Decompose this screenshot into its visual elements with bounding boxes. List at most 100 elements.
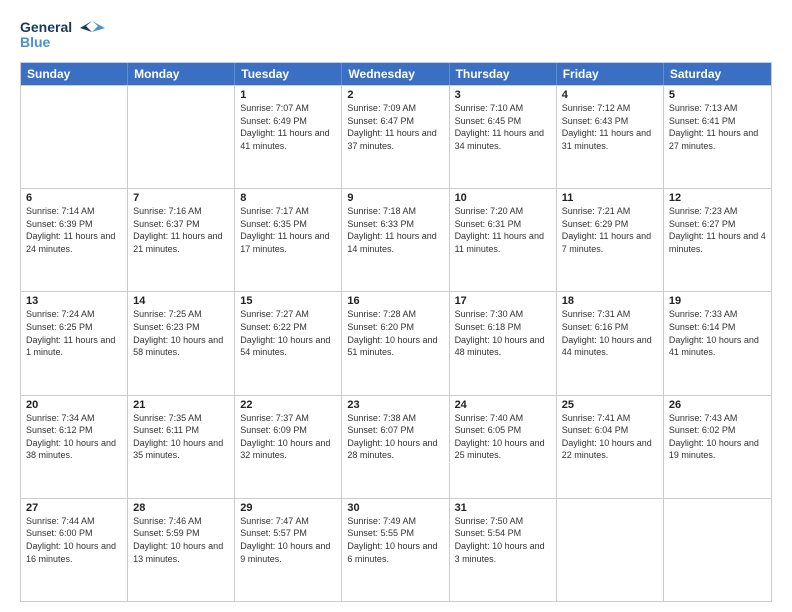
day-number: 26	[669, 399, 766, 411]
day-number: 30	[347, 502, 443, 514]
day-info: Sunrise: 7:13 AM Sunset: 6:41 PM Dayligh…	[669, 102, 766, 152]
cal-cell-10: 10Sunrise: 7:20 AM Sunset: 6:31 PM Dayli…	[450, 189, 557, 291]
day-number: 2	[347, 89, 443, 101]
day-info: Sunrise: 7:31 AM Sunset: 6:16 PM Dayligh…	[562, 308, 658, 358]
weekday-header-tuesday: Tuesday	[235, 63, 342, 85]
cal-cell-1: 1Sunrise: 7:07 AM Sunset: 6:49 PM Daylig…	[235, 86, 342, 188]
day-info: Sunrise: 7:50 AM Sunset: 5:54 PM Dayligh…	[455, 515, 551, 565]
calendar-row-4: 20Sunrise: 7:34 AM Sunset: 6:12 PM Dayli…	[21, 395, 771, 498]
weekday-header-monday: Monday	[128, 63, 235, 85]
day-info: Sunrise: 7:23 AM Sunset: 6:27 PM Dayligh…	[669, 205, 766, 255]
cal-cell-empty-4-5	[557, 499, 664, 601]
cal-cell-22: 22Sunrise: 7:37 AM Sunset: 6:09 PM Dayli…	[235, 396, 342, 498]
cal-cell-30: 30Sunrise: 7:49 AM Sunset: 5:55 PM Dayli…	[342, 499, 449, 601]
day-number: 25	[562, 399, 658, 411]
day-info: Sunrise: 7:35 AM Sunset: 6:11 PM Dayligh…	[133, 412, 229, 462]
day-info: Sunrise: 7:41 AM Sunset: 6:04 PM Dayligh…	[562, 412, 658, 462]
calendar-row-5: 27Sunrise: 7:44 AM Sunset: 6:00 PM Dayli…	[21, 498, 771, 601]
header: General Blue	[20, 16, 772, 54]
cal-cell-15: 15Sunrise: 7:27 AM Sunset: 6:22 PM Dayli…	[235, 292, 342, 394]
weekday-header-saturday: Saturday	[664, 63, 771, 85]
cal-cell-empty-0-0	[21, 86, 128, 188]
day-info: Sunrise: 7:38 AM Sunset: 6:07 PM Dayligh…	[347, 412, 443, 462]
day-info: Sunrise: 7:46 AM Sunset: 5:59 PM Dayligh…	[133, 515, 229, 565]
day-number: 9	[347, 192, 443, 204]
calendar-row-1: 1Sunrise: 7:07 AM Sunset: 6:49 PM Daylig…	[21, 85, 771, 188]
cal-cell-6: 6Sunrise: 7:14 AM Sunset: 6:39 PM Daylig…	[21, 189, 128, 291]
cal-cell-11: 11Sunrise: 7:21 AM Sunset: 6:29 PM Dayli…	[557, 189, 664, 291]
day-number: 20	[26, 399, 122, 411]
cal-cell-3: 3Sunrise: 7:10 AM Sunset: 6:45 PM Daylig…	[450, 86, 557, 188]
day-info: Sunrise: 7:34 AM Sunset: 6:12 PM Dayligh…	[26, 412, 122, 462]
cal-cell-8: 8Sunrise: 7:17 AM Sunset: 6:35 PM Daylig…	[235, 189, 342, 291]
day-number: 1	[240, 89, 336, 101]
cal-cell-18: 18Sunrise: 7:31 AM Sunset: 6:16 PM Dayli…	[557, 292, 664, 394]
weekday-header-thursday: Thursday	[450, 63, 557, 85]
day-number: 13	[26, 295, 122, 307]
cal-cell-17: 17Sunrise: 7:30 AM Sunset: 6:18 PM Dayli…	[450, 292, 557, 394]
cal-cell-25: 25Sunrise: 7:41 AM Sunset: 6:04 PM Dayli…	[557, 396, 664, 498]
day-number: 22	[240, 399, 336, 411]
day-number: 21	[133, 399, 229, 411]
day-number: 16	[347, 295, 443, 307]
day-info: Sunrise: 7:16 AM Sunset: 6:37 PM Dayligh…	[133, 205, 229, 255]
day-info: Sunrise: 7:49 AM Sunset: 5:55 PM Dayligh…	[347, 515, 443, 565]
cal-cell-31: 31Sunrise: 7:50 AM Sunset: 5:54 PM Dayli…	[450, 499, 557, 601]
day-info: Sunrise: 7:20 AM Sunset: 6:31 PM Dayligh…	[455, 205, 551, 255]
calendar-row-3: 13Sunrise: 7:24 AM Sunset: 6:25 PM Dayli…	[21, 291, 771, 394]
day-info: Sunrise: 7:37 AM Sunset: 6:09 PM Dayligh…	[240, 412, 336, 462]
cal-cell-19: 19Sunrise: 7:33 AM Sunset: 6:14 PM Dayli…	[664, 292, 771, 394]
day-number: 3	[455, 89, 551, 101]
day-info: Sunrise: 7:21 AM Sunset: 6:29 PM Dayligh…	[562, 205, 658, 255]
calendar: SundayMondayTuesdayWednesdayThursdayFrid…	[20, 62, 772, 602]
day-info: Sunrise: 7:09 AM Sunset: 6:47 PM Dayligh…	[347, 102, 443, 152]
day-number: 14	[133, 295, 229, 307]
cal-cell-7: 7Sunrise: 7:16 AM Sunset: 6:37 PM Daylig…	[128, 189, 235, 291]
cal-cell-16: 16Sunrise: 7:28 AM Sunset: 6:20 PM Dayli…	[342, 292, 449, 394]
page: General Blue SundayMondayTuesdayWednesda…	[0, 0, 792, 612]
calendar-header: SundayMondayTuesdayWednesdayThursdayFrid…	[21, 63, 771, 85]
day-info: Sunrise: 7:40 AM Sunset: 6:05 PM Dayligh…	[455, 412, 551, 462]
cal-cell-29: 29Sunrise: 7:47 AM Sunset: 5:57 PM Dayli…	[235, 499, 342, 601]
day-number: 23	[347, 399, 443, 411]
cal-cell-empty-4-6	[664, 499, 771, 601]
day-number: 17	[455, 295, 551, 307]
cal-cell-28: 28Sunrise: 7:46 AM Sunset: 5:59 PM Dayli…	[128, 499, 235, 601]
day-info: Sunrise: 7:17 AM Sunset: 6:35 PM Dayligh…	[240, 205, 336, 255]
cal-cell-9: 9Sunrise: 7:18 AM Sunset: 6:33 PM Daylig…	[342, 189, 449, 291]
day-info: Sunrise: 7:27 AM Sunset: 6:22 PM Dayligh…	[240, 308, 336, 358]
cal-cell-5: 5Sunrise: 7:13 AM Sunset: 6:41 PM Daylig…	[664, 86, 771, 188]
day-number: 29	[240, 502, 336, 514]
day-number: 6	[26, 192, 122, 204]
weekday-header-friday: Friday	[557, 63, 664, 85]
logo: General Blue	[20, 16, 110, 54]
day-number: 5	[669, 89, 766, 101]
day-number: 19	[669, 295, 766, 307]
day-info: Sunrise: 7:12 AM Sunset: 6:43 PM Dayligh…	[562, 102, 658, 152]
cal-cell-14: 14Sunrise: 7:25 AM Sunset: 6:23 PM Dayli…	[128, 292, 235, 394]
day-info: Sunrise: 7:10 AM Sunset: 6:45 PM Dayligh…	[455, 102, 551, 152]
cal-cell-21: 21Sunrise: 7:35 AM Sunset: 6:11 PM Dayli…	[128, 396, 235, 498]
cal-cell-26: 26Sunrise: 7:43 AM Sunset: 6:02 PM Dayli…	[664, 396, 771, 498]
day-info: Sunrise: 7:18 AM Sunset: 6:33 PM Dayligh…	[347, 205, 443, 255]
cal-cell-27: 27Sunrise: 7:44 AM Sunset: 6:00 PM Dayli…	[21, 499, 128, 601]
weekday-header-sunday: Sunday	[21, 63, 128, 85]
day-info: Sunrise: 7:43 AM Sunset: 6:02 PM Dayligh…	[669, 412, 766, 462]
day-number: 12	[669, 192, 766, 204]
day-number: 24	[455, 399, 551, 411]
cal-cell-2: 2Sunrise: 7:09 AM Sunset: 6:47 PM Daylig…	[342, 86, 449, 188]
cal-cell-23: 23Sunrise: 7:38 AM Sunset: 6:07 PM Dayli…	[342, 396, 449, 498]
day-number: 31	[455, 502, 551, 514]
svg-text:Blue: Blue	[20, 34, 51, 50]
day-number: 10	[455, 192, 551, 204]
day-info: Sunrise: 7:33 AM Sunset: 6:14 PM Dayligh…	[669, 308, 766, 358]
weekday-header-wednesday: Wednesday	[342, 63, 449, 85]
cal-cell-12: 12Sunrise: 7:23 AM Sunset: 6:27 PM Dayli…	[664, 189, 771, 291]
day-number: 11	[562, 192, 658, 204]
day-info: Sunrise: 7:14 AM Sunset: 6:39 PM Dayligh…	[26, 205, 122, 255]
day-info: Sunrise: 7:07 AM Sunset: 6:49 PM Dayligh…	[240, 102, 336, 152]
calendar-body: 1Sunrise: 7:07 AM Sunset: 6:49 PM Daylig…	[21, 85, 771, 601]
day-number: 27	[26, 502, 122, 514]
day-number: 4	[562, 89, 658, 101]
day-number: 8	[240, 192, 336, 204]
